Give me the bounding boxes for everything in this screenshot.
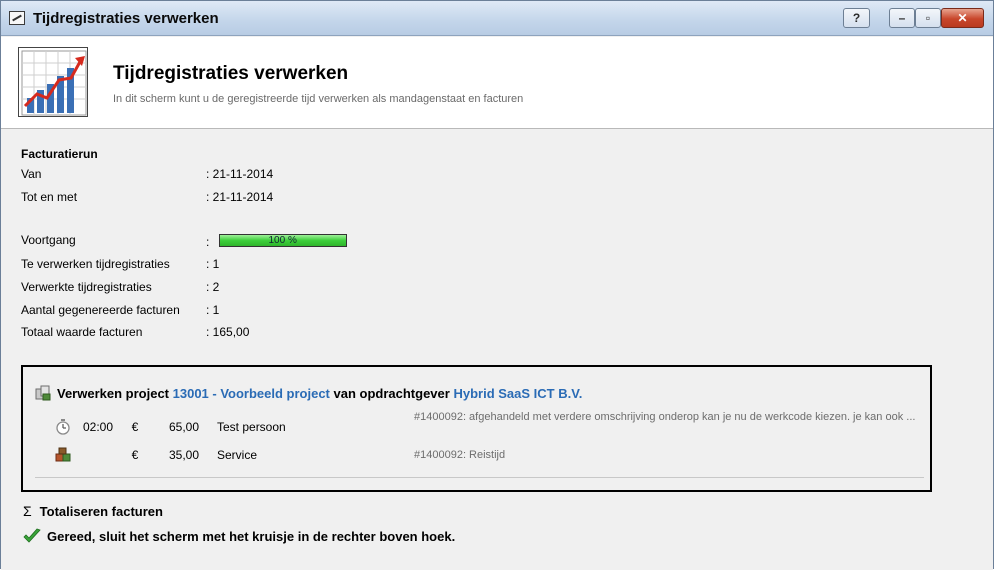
entry-row: € 35,00 Service: [55, 446, 377, 464]
van-label: Van: [21, 167, 42, 181]
row-van: Van : 21-11-2014: [21, 167, 273, 183]
progress-label: Voortgang: [21, 233, 76, 247]
row-te-verwerken: Te verwerken tijdregistraties : 1: [21, 257, 219, 273]
row-verwerkte: Verwerkte tijdregistraties : 2: [21, 280, 219, 296]
project-heading: Verwerken project 13001 - Voorbeeld proj…: [35, 385, 582, 401]
minimize-button[interactable]: –: [889, 8, 915, 28]
te-verwerken-label: Te verwerken tijdregistraties: [21, 257, 170, 271]
entry-amount: 65,00: [168, 420, 199, 434]
aantal-value: : 1: [206, 303, 220, 317]
entry-who: Test persoon: [217, 420, 286, 434]
done-line: Gereed, sluit het scherm met het kruisje…: [23, 528, 455, 544]
entry-time: 02:00: [83, 420, 114, 434]
entry-currency: €: [131, 448, 139, 462]
verwerkte-value: : 2: [206, 280, 220, 294]
maximize-button[interactable]: ▫: [915, 8, 941, 28]
van-value: : 21-11-2014: [206, 167, 274, 181]
checkmark-icon: [23, 528, 41, 544]
chart-growth-icon: [18, 47, 88, 117]
row-totaal: Totaal waarde facturen : 165,00: [21, 325, 249, 341]
row-progress: Voortgang : 100 %: [21, 233, 347, 249]
tot-label: Tot en met: [21, 190, 78, 204]
totaal-value: : 165,00: [206, 325, 250, 339]
progress-colon: :: [206, 235, 210, 249]
totaliseren-text: Totaliseren facturen: [39, 503, 163, 519]
client-link[interactable]: Hybrid SaaS ICT B.V.: [453, 386, 582, 401]
title-bar: Tijdregistraties verwerken ? – ▫ ✕: [1, 1, 993, 36]
stopwatch-icon: [55, 419, 71, 435]
boxes-icon: [55, 447, 71, 463]
page-title: Tijdregistraties verwerken: [113, 63, 349, 84]
project-box: Verwerken project 13001 - Voorbeeld proj…: [21, 365, 932, 492]
verwerkte-label: Verwerkte tijdregistraties: [21, 280, 152, 294]
sigma-icon: Σ: [23, 503, 32, 519]
entry-who: Service: [217, 448, 258, 462]
progress-text: 100 %: [268, 235, 297, 246]
project-prefix: Verwerken project: [57, 385, 169, 401]
entry-amount: 35,00: [168, 448, 199, 462]
entry-description: #1400092: Reistijd: [414, 449, 506, 461]
project-link[interactable]: 13001 - Voorbeeld project: [173, 386, 330, 401]
window-title: Tijdregistraties verwerken: [33, 10, 219, 27]
tot-value: : 21-11-2014: [206, 190, 274, 204]
window-icon: [9, 11, 25, 25]
entry-description: #1400092: afgehandeld met verdere omschr…: [414, 411, 916, 423]
project-middle: van opdrachtgever: [333, 385, 450, 401]
close-button[interactable]: ✕: [941, 8, 984, 28]
divider: [35, 477, 924, 478]
done-text: Gereed, sluit het scherm met het kruisje…: [47, 528, 456, 544]
row-aantal: Aantal gegenereerde facturen : 1: [21, 303, 219, 319]
content-area: Facturatierun Van : 21-11-2014 Tot en me…: [1, 130, 993, 570]
entry-row: 02:00 € 65,00 Test persoon: [55, 418, 377, 436]
window: Tijdregistraties verwerken ? – ▫ ✕ Tijdr…: [0, 0, 994, 570]
te-verwerken-value: : 1: [206, 257, 220, 271]
section-title: Facturatierun: [21, 147, 98, 161]
help-button[interactable]: ?: [843, 8, 870, 28]
project-icon: [35, 385, 51, 401]
progress-bar: 100 %: [218, 234, 347, 247]
aantal-label: Aantal gegenereerde facturen: [21, 303, 180, 317]
page-subtitle: In dit scherm kunt u de geregistreerde t…: [113, 93, 524, 105]
totaal-label: Totaal waarde facturen: [21, 325, 143, 339]
row-tot: Tot en met : 21-11-2014: [21, 190, 273, 206]
entry-currency: €: [131, 420, 139, 434]
page-header: Tijdregistraties verwerken In dit scherm…: [1, 37, 993, 129]
totaliseren-line: Σ Totaliseren facturen: [23, 503, 163, 519]
